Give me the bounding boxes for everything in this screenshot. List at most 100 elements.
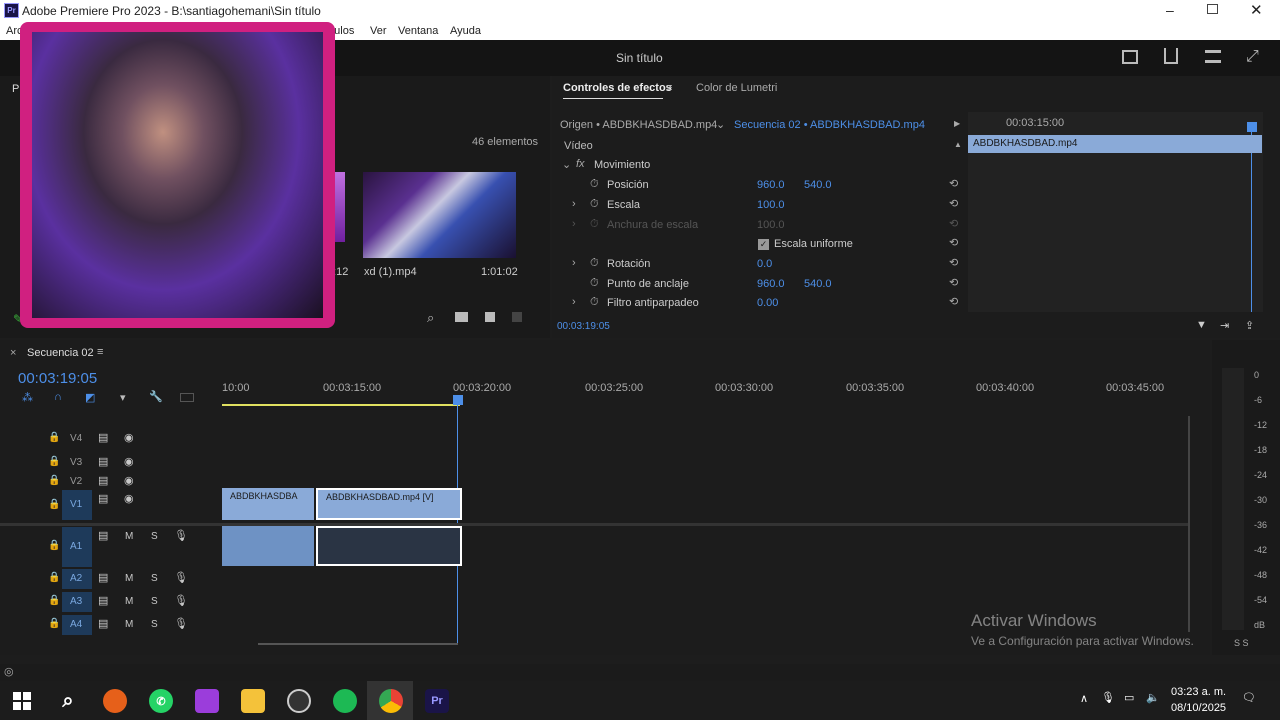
lock-icon[interactable]: 🔒 (48, 618, 60, 629)
stopwatch-icon[interactable]: ⏱ (590, 257, 599, 270)
sequence-label[interactable]: Secuencia 02 • ABDBKHASDBAD.mp4 (734, 119, 925, 131)
film-icon[interactable]: ▤ (98, 474, 108, 487)
volume-icon[interactable]: 🔈 (1146, 691, 1160, 704)
quick-export-icon[interactable] (1122, 50, 1138, 64)
minimize-button[interactable]: – (1166, 2, 1180, 18)
solo-button[interactable]: S (151, 573, 158, 584)
collapse-triangle-icon[interactable]: ▲ (954, 140, 962, 149)
lock-icon[interactable]: 🔒 (48, 475, 60, 486)
obs-icon[interactable] (287, 689, 311, 713)
messenger-icon[interactable] (195, 689, 219, 713)
status-icon[interactable]: ◎ (4, 665, 14, 678)
chevron-right-icon[interactable]: › (572, 257, 576, 269)
marker-icon[interactable]: ▾ (120, 391, 126, 404)
track-target[interactable]: A3 (62, 592, 92, 612)
spotify-icon[interactable] (333, 689, 357, 713)
stopwatch-icon[interactable]: ⏱ (590, 277, 599, 290)
source-label[interactable]: Origen • ABDBKHASDBAD.mp4 (560, 119, 717, 131)
track-target[interactable]: A1 (62, 527, 92, 567)
lock-icon[interactable]: 🔒 (48, 572, 60, 583)
stopwatch-icon[interactable]: ⏱ (590, 198, 599, 211)
film-icon[interactable]: ▤ (98, 571, 108, 584)
track-target[interactable]: A4 (62, 615, 92, 635)
mute-button[interactable]: M (125, 619, 133, 630)
property-value[interactable]: 540.0 (804, 179, 832, 191)
tab-menu-icon[interactable]: ≡ (666, 82, 672, 94)
mic-icon[interactable]: 🎙 (174, 617, 188, 630)
snap-icon[interactable]: ∩ (54, 391, 62, 403)
property-value[interactable]: 0.0 (757, 258, 772, 270)
horizontal-scrollbar[interactable] (258, 643, 458, 645)
workspaces-icon[interactable] (1205, 50, 1221, 63)
tab-effect-controls[interactable]: Controles de efectos (563, 82, 672, 94)
uniform-scale-checkbox[interactable]: ✓ (758, 239, 769, 250)
effects-timecode[interactable]: 00:03:19:05 (557, 321, 610, 332)
search-icon[interactable]: ⌕ (56, 689, 80, 713)
mute-button[interactable]: M (125, 531, 133, 542)
playhead[interactable] (453, 395, 463, 405)
solo-button[interactable]: S (151, 619, 158, 630)
windows-start-icon[interactable] (10, 689, 34, 713)
track-target[interactable]: V1 (62, 490, 92, 520)
chevron-right-icon[interactable]: › (572, 218, 576, 230)
film-icon[interactable]: ▤ (98, 617, 108, 630)
firefox-icon[interactable] (103, 689, 127, 713)
mute-button[interactable]: M (125, 573, 133, 584)
play-triangle-icon[interactable]: ▶ (954, 119, 960, 128)
stopwatch-icon[interactable]: ⏱ (590, 178, 599, 191)
clip-v1-b[interactable]: ABDBKHASDBAD.mp4 [V] (316, 488, 462, 520)
close-tab-icon[interactable]: × (10, 347, 16, 359)
lock-icon[interactable]: 🔒 (48, 456, 60, 467)
restore-button[interactable] (1207, 4, 1218, 14)
film-icon[interactable]: ▤ (98, 455, 108, 468)
nest-icon[interactable]: ⁂ (22, 391, 33, 404)
chevron-right-icon[interactable]: › (572, 296, 576, 308)
reset-icon[interactable]: ⟲ (949, 276, 958, 289)
tab-lumetri[interactable]: Color de Lumetri (696, 82, 777, 94)
network-icon[interactable]: ▭ (1124, 691, 1134, 704)
property-value[interactable]: 960.0 (757, 179, 785, 191)
fullscreen-icon[interactable]: ⤢ (1246, 48, 1259, 66)
close-button[interactable]: ✕ (1250, 1, 1263, 19)
vertical-scrollbar[interactable] (1188, 416, 1190, 632)
wrench-icon[interactable]: 🔧 (149, 390, 163, 403)
menu-item-ver[interactable]: Ver (370, 25, 387, 37)
folder-icon[interactable] (455, 312, 468, 322)
property-value[interactable]: 540.0 (804, 278, 832, 290)
property-value[interactable]: 0.00 (757, 297, 778, 309)
search-icon[interactable]: ⌕ (427, 310, 434, 326)
eye-icon[interactable]: ◉ (124, 474, 134, 487)
audio-clip-b[interactable] (316, 526, 462, 566)
timeline-timecode[interactable]: 00:03:19:05 (18, 370, 97, 387)
mic-icon[interactable]: 🎙 (174, 594, 188, 607)
track-target[interactable]: A2 (62, 569, 92, 589)
premiere-taskbar-icon[interactable]: Pr (425, 689, 449, 713)
lock-icon[interactable]: 🔒 (48, 540, 60, 551)
mic-icon[interactable]: 🎙 (174, 571, 188, 584)
reset-icon[interactable]: ⟲ (949, 197, 958, 210)
chevron-down-icon[interactable]: ⌄ (562, 158, 571, 171)
work-area-bar[interactable] (222, 404, 460, 406)
meter-solo-labels[interactable]: S S (1234, 638, 1249, 648)
file-explorer-icon[interactable] (241, 689, 265, 713)
play-only-audio-icon[interactable]: ⇥ (1220, 319, 1229, 332)
captions-icon[interactable] (180, 393, 194, 402)
notification-icon[interactable]: 🗨 (1242, 691, 1256, 704)
chevron-up-icon[interactable]: ∧ (1080, 692, 1088, 705)
film-icon[interactable]: ▤ (98, 431, 108, 444)
film-icon[interactable]: ▤ (98, 594, 108, 607)
film-icon[interactable]: ▤ (98, 529, 108, 542)
track-divider[interactable] (0, 523, 1190, 526)
export-icon[interactable]: ⇪ (1245, 319, 1254, 332)
menu-item-ayuda[interactable]: Ayuda (450, 25, 481, 37)
chrome-icon[interactable] (379, 689, 403, 713)
clock-time[interactable]: 03:23 a. m. (1171, 686, 1226, 698)
mic-icon[interactable]: 🎙 (174, 529, 188, 542)
lock-icon[interactable]: 🔒 (48, 499, 60, 510)
chevron-down-icon[interactable]: ⌄ (716, 118, 725, 131)
new-item-icon[interactable] (485, 312, 495, 322)
stopwatch-icon[interactable]: ⏱ (590, 296, 599, 309)
clip-thumbnail[interactable] (363, 172, 516, 258)
property-value[interactable]: 100.0 (757, 199, 785, 211)
solo-button[interactable]: S (151, 531, 158, 542)
